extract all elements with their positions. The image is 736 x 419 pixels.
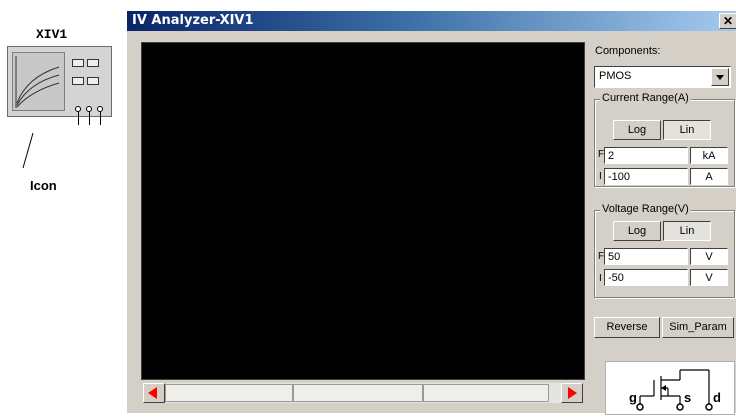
scroll-right-button[interactable] [561,383,583,403]
instrument-button [87,77,99,85]
dropdown-button[interactable] [711,68,729,86]
terminal-lead [89,111,90,125]
voltage-initial-unit-field[interactable]: V [690,269,728,286]
chevron-down-icon [716,75,724,80]
plot-area[interactable] [141,42,585,380]
current-initial-value-field[interactable]: -100 [604,168,688,185]
current-final-unit-field[interactable]: kA [690,147,728,164]
drain-label: d [713,390,721,405]
voltage-final-unit-field[interactable]: V [690,248,728,265]
voltage-final-value-field[interactable]: 50 [604,248,688,265]
reverse-button[interactable]: Reverse [594,317,660,338]
terminal-lead [100,111,101,125]
voltage-initial-prefix: I [599,273,602,284]
scroll-segment [293,384,423,402]
components-label: Components: [595,45,661,57]
components-selected-value: PMOS [599,70,632,82]
window-title: IV Analyzer-XIV1 [132,13,254,28]
icon-callout-label: Icon [30,178,57,193]
instrument-button [72,59,84,67]
current-lin-button[interactable]: Lin [663,120,711,140]
gate-label: g [629,390,637,405]
current-range-title: Current Range(A) [600,92,691,104]
instrument-button [72,77,84,85]
horizontal-scrollbar[interactable] [143,383,583,403]
components-select[interactable]: PMOS [594,66,731,88]
instrument-button [87,59,99,67]
terminal-lead [78,111,79,125]
pmos-symbol-diagram: g s d [605,361,735,415]
arrow-icon [661,385,666,391]
scroll-segment [165,384,293,402]
pmos-transistor-icon: g s d [629,369,721,411]
voltage-initial-value-field[interactable]: -50 [604,269,688,286]
iv-analyzer-window: IV Analyzer-XIV1 ✕ Components: PMOS Curr… [126,10,736,415]
arrow-right-icon [568,387,577,399]
current-initial-unit-field[interactable]: A [690,168,728,185]
scroll-segment [423,384,549,402]
voltage-lin-button[interactable]: Lin [663,221,711,241]
arrow-left-icon [148,387,157,399]
callout-leader-line [22,132,34,169]
close-button[interactable]: ✕ [719,13,736,29]
current-log-button[interactable]: Log [613,120,661,140]
sim-param-button[interactable]: Sim_Param [662,317,734,338]
current-final-value-field[interactable]: 2 [604,147,688,164]
scroll-left-button[interactable] [143,383,165,403]
current-initial-prefix: I [599,171,602,182]
title-bar[interactable]: IV Analyzer-XIV1 ✕ [127,11,736,31]
voltage-range-title: Voltage Range(V) [600,203,691,215]
source-label: s [684,390,691,405]
voltage-log-button[interactable]: Log [613,221,661,241]
